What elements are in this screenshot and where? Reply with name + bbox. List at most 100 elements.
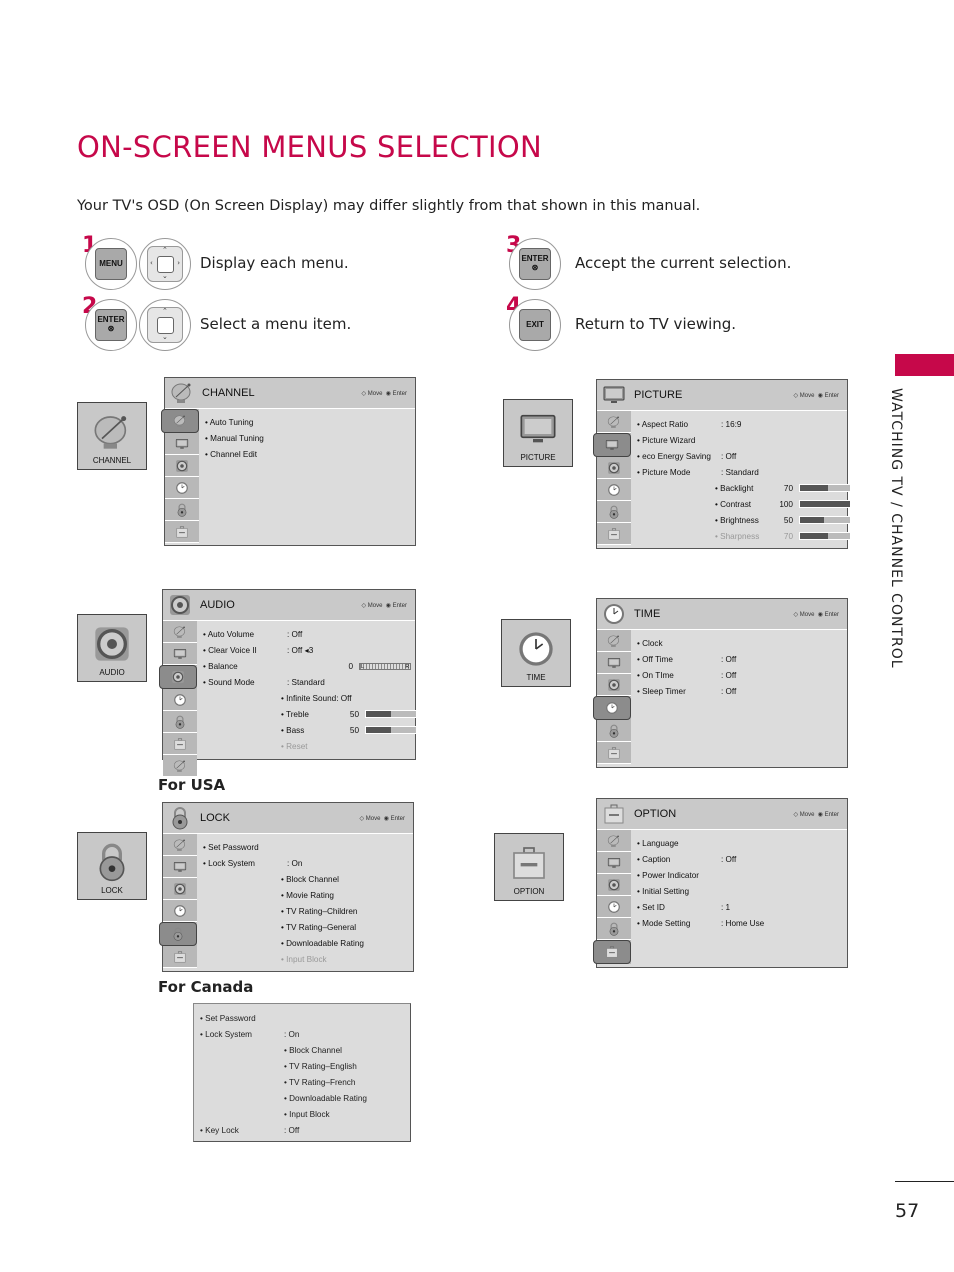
satellite-dish-icon xyxy=(170,381,194,405)
sidebar-category-satellite-dish[interactable] xyxy=(597,830,631,852)
treble-slider[interactable] xyxy=(365,710,417,718)
sidebar-category-satellite-dish[interactable] xyxy=(597,630,631,652)
sidebar-category-clock[interactable] xyxy=(165,477,199,499)
menu-item[interactable]: • Caption: Off xyxy=(637,851,847,867)
sidebar-category-padlock[interactable] xyxy=(597,918,631,940)
menu-item[interactable]: • Sleep Timer: Off xyxy=(637,683,847,699)
dpad-updown-button[interactable]: ⌃ ⌄ xyxy=(139,299,191,351)
menu-item[interactable]: • Mode Setting: Home Use xyxy=(637,915,847,931)
sidebar-category-clock[interactable] xyxy=(163,689,197,711)
menu-item[interactable]: • Lock System: On xyxy=(200,1026,410,1042)
sidebar-category-padlock[interactable] xyxy=(159,922,197,946)
sub-menu-item[interactable]: • Block Channel xyxy=(203,871,413,887)
balance-slider[interactable]: LR xyxy=(359,662,411,670)
menu-item-label: • TV Rating–English xyxy=(284,1061,357,1071)
menu-item[interactable]: • Power Indicator xyxy=(637,867,847,883)
sidebar-category-speaker[interactable] xyxy=(597,874,631,896)
menu-item[interactable]: • Clock xyxy=(637,635,847,651)
bass-slider[interactable] xyxy=(365,726,417,734)
sidebar-category-speaker[interactable] xyxy=(163,878,197,900)
sidebar-category-padlock[interactable] xyxy=(163,711,197,733)
sub-menu-item[interactable]: • Movie Rating xyxy=(203,887,413,903)
sidebar-category-clock[interactable] xyxy=(593,696,631,720)
sub-menu-item[interactable]: • Downloadable Rating xyxy=(203,935,413,951)
sidebar-category-toolbox[interactable] xyxy=(593,940,631,964)
sidebar-category-toolbox[interactable] xyxy=(163,733,197,755)
menu-item[interactable]: • Manual Tuning xyxy=(205,430,415,446)
sidebar-category-toolbox[interactable] xyxy=(165,521,199,543)
menu-item[interactable]: • Initial Setting xyxy=(637,883,847,899)
sidebar-category-satellite-dish[interactable] xyxy=(597,411,631,433)
sidebar-category-padlock[interactable] xyxy=(165,499,199,521)
sub-menu-item[interactable]: • Input Block xyxy=(203,951,413,967)
menu-item[interactable]: • Off Time: Off xyxy=(637,651,847,667)
sidebar-category-speaker[interactable] xyxy=(597,457,631,479)
exit-button[interactable]: EXIT xyxy=(509,299,561,351)
menu-item[interactable]: • eco Energy Saving: Off xyxy=(637,448,851,464)
sub-menu-item[interactable]: • TV Rating–Children xyxy=(203,903,413,919)
enter-button-accept[interactable]: ENTER ⊛ xyxy=(509,238,561,290)
sidebar-category-toolbox[interactable] xyxy=(597,742,631,764)
menu-item[interactable]: • Set Password xyxy=(200,1010,410,1026)
menu-item[interactable]: • Sound Mode: Standard xyxy=(203,674,417,690)
sidebar-category-speaker[interactable] xyxy=(597,674,631,696)
sidebar-category-toolbox[interactable] xyxy=(597,523,631,545)
sub-menu-item[interactable]: • Bass 50 xyxy=(203,722,417,738)
slider-bar[interactable] xyxy=(799,516,851,524)
sub-menu-item[interactable]: • Input Block xyxy=(200,1106,410,1122)
menu-button[interactable]: MENU xyxy=(85,238,137,290)
sub-menu-item[interactable]: • Reset xyxy=(203,738,417,754)
sub-menu-item[interactable]: • Downloadable Rating xyxy=(200,1090,410,1106)
slider-bar[interactable] xyxy=(799,500,851,508)
sidebar-category-satellite-dish[interactable] xyxy=(163,834,197,856)
sidebar-category-clock[interactable] xyxy=(597,896,631,918)
menu-item-label: • Input Block xyxy=(284,1109,330,1119)
menu-item[interactable]: • Balance 0 LR xyxy=(203,658,417,674)
sub-menu-item[interactable]: • TV Rating–English xyxy=(200,1058,410,1074)
menu-item[interactable]: • Language xyxy=(637,835,847,851)
sidebar-category-tv[interactable] xyxy=(597,852,631,874)
slider-row[interactable]: • Brightness 50 xyxy=(637,512,851,528)
menu-item[interactable]: • Set ID: 1 xyxy=(637,899,847,915)
sidebar-category-tv[interactable] xyxy=(597,652,631,674)
menu-item[interactable]: • Picture Wizard xyxy=(637,432,851,448)
slider-row[interactable]: • Sharpness 70 xyxy=(637,528,851,544)
sidebar-category-satellite-dish[interactable] xyxy=(163,621,197,643)
menu-item[interactable]: • Auto Tuning xyxy=(205,414,415,430)
sidebar-category-tv[interactable] xyxy=(593,433,631,457)
sidebar-category-support[interactable] xyxy=(163,755,197,777)
sidebar-category-padlock[interactable] xyxy=(597,720,631,742)
sidebar-category-speaker[interactable] xyxy=(159,665,197,689)
speaker-icon xyxy=(607,461,621,475)
sidebar-category-tv[interactable] xyxy=(165,433,199,455)
sub-menu-item[interactable]: • Block Channel xyxy=(200,1042,410,1058)
slider-row[interactable]: • Backlight 70 xyxy=(637,480,851,496)
menu-item[interactable]: • Set Password xyxy=(203,839,413,855)
sidebar-category-padlock[interactable] xyxy=(597,501,631,523)
sidebar-category-clock[interactable] xyxy=(163,900,197,922)
sub-menu-item[interactable]: • TV Rating–French xyxy=(200,1074,410,1090)
sidebar-category-satellite-dish[interactable] xyxy=(161,409,199,433)
sidebar-category-clock[interactable] xyxy=(597,479,631,501)
menu-item[interactable]: • Channel Edit xyxy=(205,446,415,462)
menu-item[interactable]: • Auto Volume: Off xyxy=(203,626,417,642)
slider-bar[interactable] xyxy=(799,484,851,492)
sub-menu-item[interactable]: • Infinite Sound: Off xyxy=(203,690,417,706)
sidebar-category-speaker[interactable] xyxy=(165,455,199,477)
sidebar-category-tv[interactable] xyxy=(163,856,197,878)
menu-category-sidebar xyxy=(593,411,631,545)
menu-item[interactable]: • Aspect Ratio: 16:9 xyxy=(637,416,851,432)
sidebar-category-toolbox[interactable] xyxy=(163,946,197,968)
dpad-4way-button[interactable]: ⌃ ‹ › ⌄ xyxy=(139,238,191,290)
enter-button[interactable]: ENTER ⊛ xyxy=(85,299,137,351)
sidebar-category-tv[interactable] xyxy=(163,643,197,665)
slider-bar[interactable] xyxy=(799,532,851,540)
slider-row[interactable]: • Contrast 100 xyxy=(637,496,851,512)
menu-item[interactable]: • Clear Voice II: Off ◂3 xyxy=(203,642,417,658)
menu-item[interactable]: • Lock System: On xyxy=(203,855,413,871)
menu-item[interactable]: • On TIme: Off xyxy=(637,667,847,683)
menu-item[interactable]: • Picture Mode: Standard xyxy=(637,464,851,480)
sub-menu-item[interactable]: • Treble 50 xyxy=(203,706,417,722)
menu-item[interactable]: • Key Lock: Off xyxy=(200,1122,410,1138)
sub-menu-item[interactable]: • TV Rating–General xyxy=(203,919,413,935)
